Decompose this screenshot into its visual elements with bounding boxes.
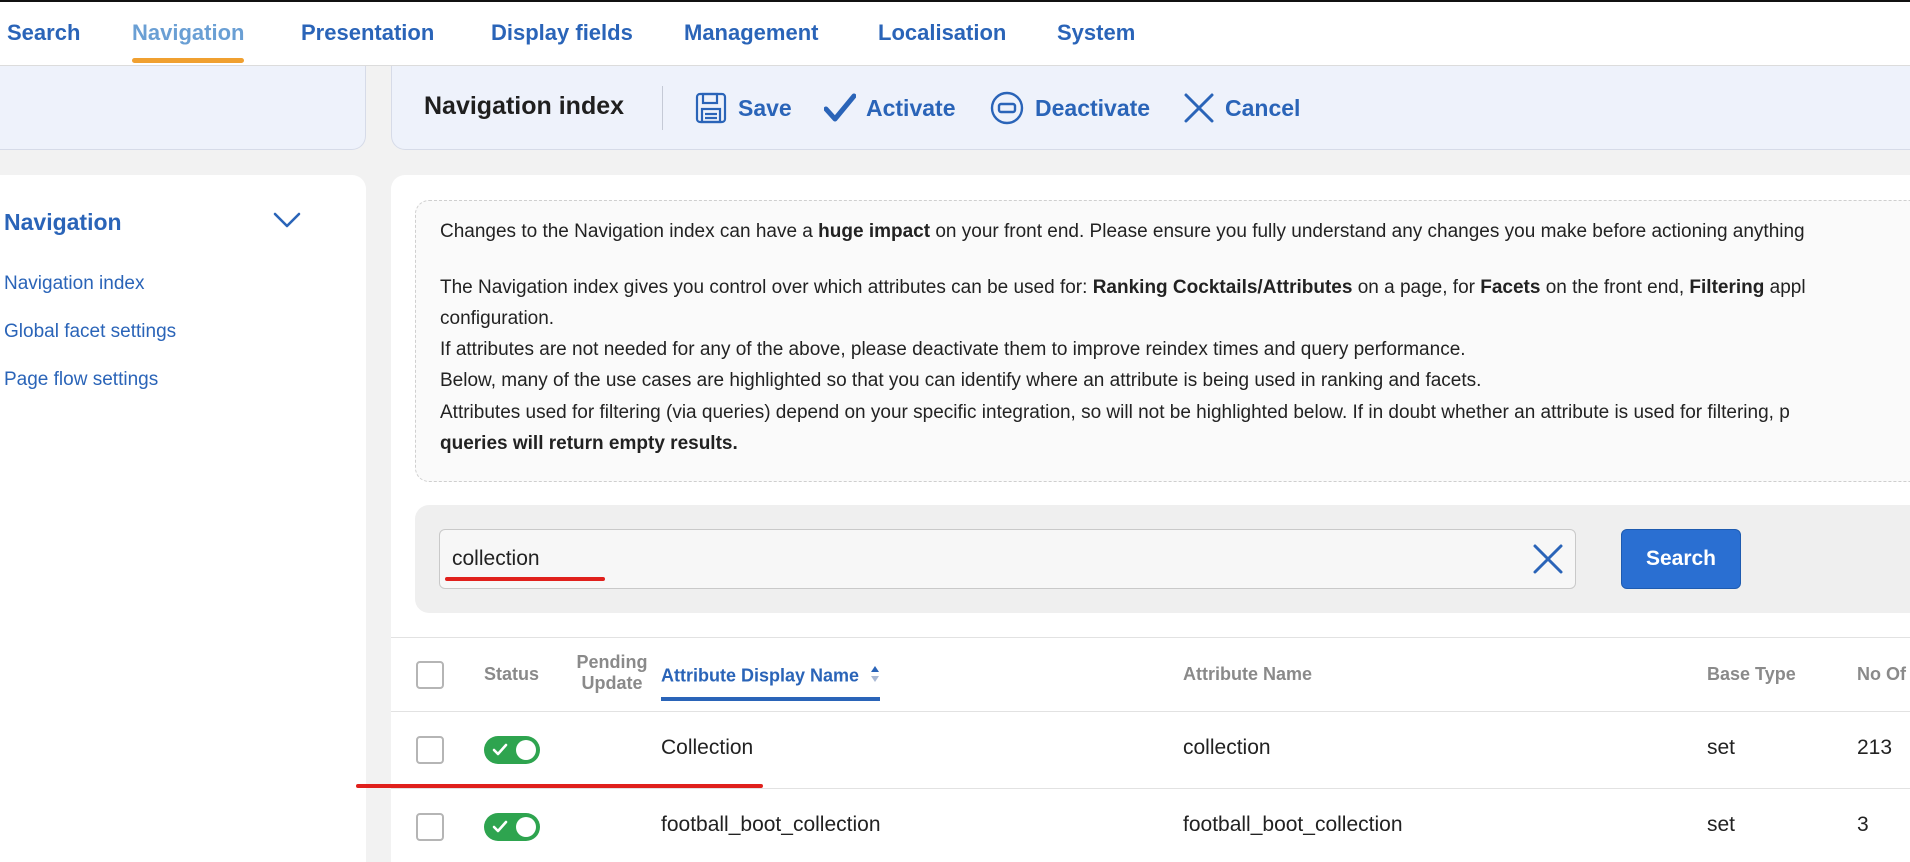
column-pending-update[interactable]: Pending Update: [569, 652, 655, 694]
info-text: on a page, for: [1352, 277, 1481, 298]
column-attribute-display-name[interactable]: Attribute Display Name: [661, 664, 881, 701]
info-line-1: Changes to the Navigation index can have…: [440, 221, 1805, 243]
toggle-knob: [516, 740, 536, 760]
activate-button[interactable]: Activate: [824, 88, 955, 128]
check-icon: [492, 743, 508, 756]
close-icon: [1183, 92, 1215, 124]
select-all-checkbox[interactable]: [416, 661, 444, 689]
base-type: set: [1707, 813, 1736, 836]
search-input[interactable]: [439, 529, 1576, 589]
activate-label: Activate: [866, 94, 956, 121]
table-row[interactable]: football_boot_collection football_boot_c…: [391, 789, 1910, 862]
row-checkbox[interactable]: [416, 736, 444, 764]
sidebar-item-global-facet-settings[interactable]: Global facet settings: [4, 321, 176, 343]
info-line-4: If attributes are not needed for any of …: [440, 339, 1466, 360]
info-notice: Changes to the Navigation index can have…: [415, 200, 1910, 482]
column-pending-line2: Update: [581, 673, 643, 693]
column-attribute-name[interactable]: Attribute Name: [1183, 664, 1312, 685]
toolbar-divider: [662, 86, 663, 130]
left-header-panel: [0, 66, 366, 150]
info-bold: Filtering: [1689, 277, 1765, 298]
annotation-underline-row: [356, 784, 763, 788]
tab-system[interactable]: System: [1057, 20, 1135, 46]
info-bold: Facets: [1480, 277, 1541, 298]
info-bold: huge impact: [818, 221, 931, 242]
status-toggle[interactable]: [484, 813, 540, 841]
attribute-name: football_boot_collection: [1183, 813, 1403, 836]
sort-icon: [870, 664, 880, 689]
tab-search[interactable]: Search: [7, 20, 80, 46]
column-status[interactable]: Status: [484, 664, 539, 685]
no-of-count: 3: [1857, 813, 1869, 836]
info-text: The Navigation index gives you control o…: [440, 277, 1093, 298]
base-type: set: [1707, 736, 1736, 759]
top-navigation: Search Navigation Presentation Display f…: [0, 0, 1910, 66]
deactivate-label: Deactivate: [1035, 94, 1151, 121]
column-no-of[interactable]: No Of: [1857, 664, 1906, 685]
tab-navigation-label: Navigation: [132, 20, 245, 45]
status-toggle[interactable]: [484, 736, 540, 764]
sorted-column-indicator: [661, 697, 881, 701]
tab-navigation[interactable]: Navigation: [132, 20, 245, 63]
attribute-display-name: Collection: [661, 736, 754, 759]
info-text: Changes to the Navigation index can have…: [440, 221, 819, 242]
cancel-label: Cancel: [1225, 94, 1301, 121]
save-label: Save: [738, 94, 792, 121]
column-pending-line1: Pending: [576, 652, 648, 672]
save-icon: [694, 91, 728, 125]
tab-presentation[interactable]: Presentation: [301, 20, 434, 46]
deactivate-button[interactable]: Deactivate: [989, 88, 1150, 128]
deactivate-icon: [989, 90, 1025, 126]
table-header: Status Pending Update Attribute Display …: [391, 637, 1910, 712]
attribute-display-name: football_boot_collection: [661, 813, 881, 836]
checkmark-icon: [824, 93, 856, 123]
info-bold: queries will return empty results.: [440, 433, 738, 454]
check-icon: [492, 820, 508, 833]
annotation-underline-search: [445, 577, 605, 581]
column-display-name-label: Attribute Display Name: [661, 665, 860, 686]
info-line-5: Below, many of the use cases are highlig…: [440, 370, 1482, 391]
tab-display-fields[interactable]: Display fields: [491, 20, 633, 46]
save-button[interactable]: Save: [694, 88, 792, 128]
info-line-7: queries will return empty results.: [440, 433, 738, 455]
info-line-3: configuration.: [440, 308, 555, 329]
attribute-name: collection: [1183, 736, 1271, 759]
toggle-knob: [516, 817, 536, 837]
tab-localisation[interactable]: Localisation: [878, 20, 1006, 46]
sidebar: Navigation Navigation index Global facet…: [0, 175, 366, 862]
page-title: Navigation index: [424, 92, 625, 120]
toolbar: Navigation index Save Activate Deactivat…: [391, 66, 1910, 150]
row-checkbox[interactable]: [416, 813, 444, 841]
info-text: on the front end,: [1540, 277, 1690, 298]
info-text: appl: [1764, 277, 1806, 298]
no-of-count: 213: [1857, 736, 1893, 759]
sidebar-heading: Navigation: [4, 209, 122, 235]
active-tab-indicator: [132, 58, 245, 63]
sidebar-item-navigation-index[interactable]: Navigation index: [4, 273, 144, 295]
clear-search-icon[interactable]: [1532, 543, 1564, 580]
main-content: Changes to the Navigation index can have…: [356, 175, 1910, 862]
search-button[interactable]: Search: [1621, 529, 1741, 589]
table-row[interactable]: Collection collection set 213: [356, 712, 1910, 789]
tab-management[interactable]: Management: [684, 20, 818, 46]
column-base-type[interactable]: Base Type: [1707, 664, 1796, 685]
search-panel: Search: [415, 505, 1910, 613]
info-line-2: The Navigation index gives you control o…: [440, 277, 1806, 299]
info-line-6: Attributes used for filtering (via queri…: [440, 402, 1790, 423]
cancel-button[interactable]: Cancel: [1183, 88, 1300, 128]
info-bold: Ranking Cocktails/Attributes: [1092, 277, 1353, 298]
info-text: on your front end. Please ensure you ful…: [930, 221, 1805, 242]
sidebar-item-page-flow-settings[interactable]: Page flow settings: [4, 369, 158, 391]
chevron-down-icon[interactable]: [272, 211, 302, 234]
